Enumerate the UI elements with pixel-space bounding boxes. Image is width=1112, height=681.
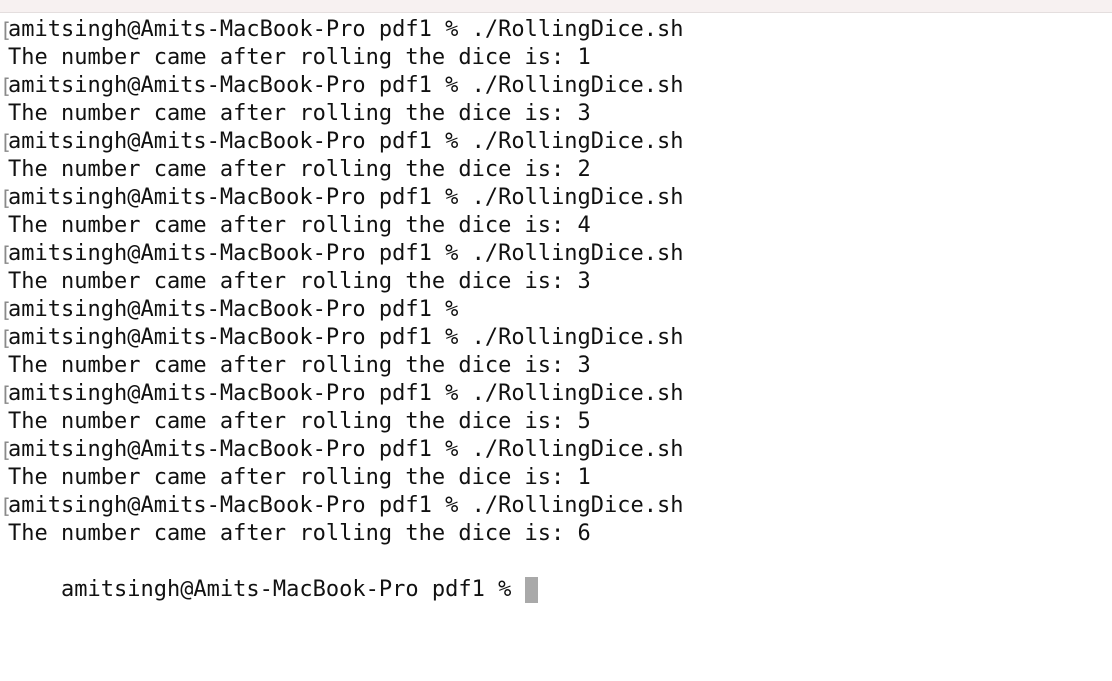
output-line: The number came after rolling the dice i… [0, 352, 1112, 380]
command-output-text: The number came after rolling the dice i… [8, 465, 591, 490]
line-marker-bracket: [ [0, 494, 13, 518]
output-line: The number came after rolling the dice i… [0, 408, 1112, 436]
command-text: ./RollingDice.sh [471, 437, 684, 462]
terminal-output[interactable]: [amitsingh@Amits-MacBook-Pro pdf1 % ./Ro… [0, 16, 1112, 636]
output-line: The number came after rolling the dice i… [0, 520, 1112, 548]
current-prompt-line[interactable]: amitsingh@Amits-MacBook-Pro pdf1 % [0, 548, 1112, 603]
command-output-text: The number came after rolling the dice i… [8, 101, 591, 126]
line-marker-bracket: [ [0, 438, 13, 462]
window-top-strip [0, 0, 1112, 13]
prompt-text: amitsingh@Amits-MacBook-Pro pdf1 % [8, 493, 459, 518]
prompt-text: amitsingh@Amits-MacBook-Pro pdf1 % [8, 17, 459, 42]
prompt-text: amitsingh@Amits-MacBook-Pro pdf1 % [8, 325, 459, 350]
line-marker-bracket: [ [0, 242, 13, 266]
line-marker-bracket: [ [0, 130, 13, 154]
output-line: The number came after rolling the dice i… [0, 156, 1112, 184]
command-output-text: The number came after rolling the dice i… [8, 45, 591, 70]
command-text: ./RollingDice.sh [471, 325, 684, 350]
terminal-lines: [amitsingh@Amits-MacBook-Pro pdf1 % ./Ro… [0, 16, 1112, 548]
prompt-line: [amitsingh@Amits-MacBook-Pro pdf1 % ./Ro… [0, 240, 1112, 268]
text-cursor[interactable] [524, 577, 538, 603]
output-line: The number came after rolling the dice i… [0, 44, 1112, 72]
command-text: ./RollingDice.sh [471, 17, 684, 42]
command-text: ./RollingDice.sh [471, 493, 684, 518]
command-output-text: The number came after rolling the dice i… [8, 157, 591, 182]
prompt-line: [amitsingh@Amits-MacBook-Pro pdf1 % ./Ro… [0, 492, 1112, 520]
command-output-text: The number came after rolling the dice i… [8, 409, 591, 434]
prompt-line: [amitsingh@Amits-MacBook-Pro pdf1 % ./Ro… [0, 324, 1112, 352]
prompt-text: amitsingh@Amits-MacBook-Pro pdf1 % [8, 297, 459, 322]
line-marker-bracket: [ [0, 326, 13, 350]
command-text: ./RollingDice.sh [471, 73, 684, 98]
command-output-text: The number came after rolling the dice i… [8, 269, 591, 294]
current-prompt: amitsingh@Amits-MacBook-Pro pdf1 % [60, 577, 512, 602]
command-output-text: The number came after rolling the dice i… [8, 353, 591, 378]
line-marker-bracket: [ [0, 74, 13, 98]
output-line: The number came after rolling the dice i… [0, 100, 1112, 128]
line-marker-bracket: [ [0, 18, 13, 42]
line-marker-bracket: [ [0, 186, 13, 210]
prompt-text: amitsingh@Amits-MacBook-Pro pdf1 % [8, 381, 459, 406]
prompt-text: amitsingh@Amits-MacBook-Pro pdf1 % [8, 73, 459, 98]
command-text: ./RollingDice.sh [471, 381, 684, 406]
command-text: ./RollingDice.sh [471, 129, 684, 154]
line-marker-bracket: [ [0, 298, 13, 322]
prompt-text: amitsingh@Amits-MacBook-Pro pdf1 % [8, 241, 459, 266]
command-output-text: The number came after rolling the dice i… [8, 213, 591, 238]
command-text: ./RollingDice.sh [471, 241, 684, 266]
prompt-line: [amitsingh@Amits-MacBook-Pro pdf1 % ./Ro… [0, 380, 1112, 408]
line-marker-bracket: [ [0, 382, 13, 406]
output-line: The number came after rolling the dice i… [0, 464, 1112, 492]
prompt-line: [amitsingh@Amits-MacBook-Pro pdf1 % ./Ro… [0, 128, 1112, 156]
command-output-text: The number came after rolling the dice i… [8, 521, 591, 546]
prompt-line: [amitsingh@Amits-MacBook-Pro pdf1 % ./Ro… [0, 436, 1112, 464]
prompt-text: amitsingh@Amits-MacBook-Pro pdf1 % [8, 437, 459, 462]
prompt-line: [amitsingh@Amits-MacBook-Pro pdf1 % ./Ro… [0, 16, 1112, 44]
prompt-line: [amitsingh@Amits-MacBook-Pro pdf1 % ./Ro… [0, 72, 1112, 100]
output-line: The number came after rolling the dice i… [0, 212, 1112, 240]
prompt-line: [amitsingh@Amits-MacBook-Pro pdf1 % ./Ro… [0, 184, 1112, 212]
command-text: ./RollingDice.sh [471, 185, 684, 210]
prompt-line: [amitsingh@Amits-MacBook-Pro pdf1 % [0, 296, 1112, 324]
prompt-text: amitsingh@Amits-MacBook-Pro pdf1 % [8, 129, 459, 154]
output-line: The number came after rolling the dice i… [0, 268, 1112, 296]
prompt-text: amitsingh@Amits-MacBook-Pro pdf1 % [8, 185, 459, 210]
